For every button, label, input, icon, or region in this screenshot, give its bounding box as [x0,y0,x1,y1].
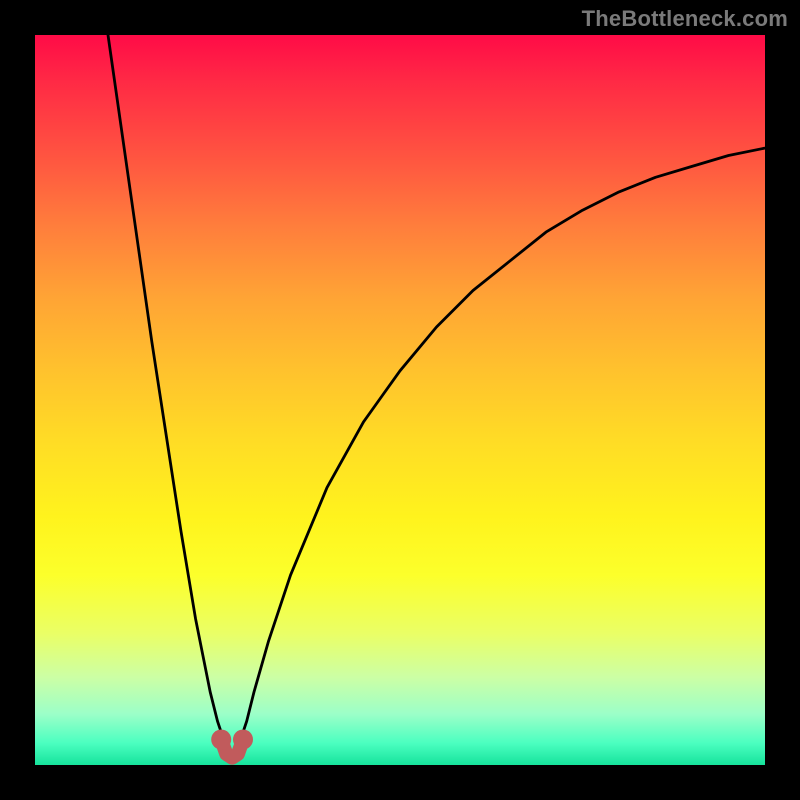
watermark-label: TheBottleneck.com [582,6,788,32]
optimal-region-dot-right [233,730,253,750]
curve-layer [35,35,765,765]
bottleneck-curve [108,35,765,758]
optimal-region-dot-left [211,730,231,750]
plot-area [35,35,765,765]
chart-frame: TheBottleneck.com [0,0,800,800]
